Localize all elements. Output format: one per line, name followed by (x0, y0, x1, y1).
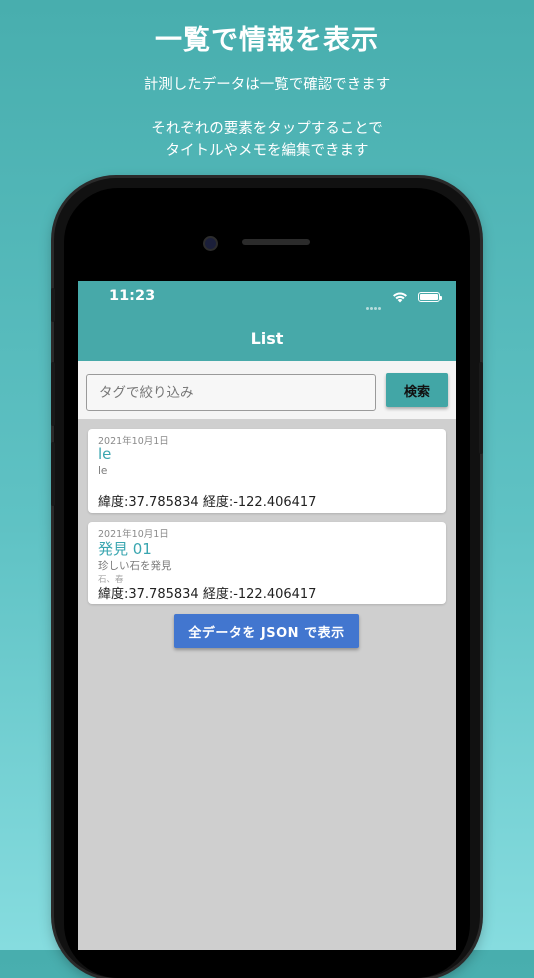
power-button (479, 362, 483, 454)
status-icons (350, 291, 442, 310)
wifi-icon (393, 292, 407, 303)
silent-switch (51, 288, 55, 322)
search-button[interactable]: 検索 (386, 373, 448, 407)
record-title[interactable]: le (98, 445, 111, 463)
volume-down-button (51, 442, 55, 506)
volume-up-button (51, 362, 55, 426)
promo-subtext: 計測したデータは一覧で確認できます (143, 77, 391, 93)
record-memo[interactable]: 珍しい石を発見 (98, 558, 172, 573)
record-memo[interactable]: le (98, 465, 107, 477)
app-header: 11:23 List (78, 281, 456, 361)
status-time: 11:23 (109, 288, 156, 304)
search-bar: 検索 (78, 361, 456, 419)
promo-subtext-2: それぞれの要素をタップすることで タイトルやメモを編集できます (0, 118, 534, 162)
show-json-button[interactable]: 全データを JSON で表示 (174, 614, 359, 648)
promo-subtext-2-line2: タイトルやメモを編集できます (165, 143, 369, 159)
battery-icon (418, 292, 442, 302)
promo-headline: 一覧で情報を表示 (155, 25, 379, 56)
app-screen: 11:23 List 検索 2021年10月1日 le le 緯度:37.785… (78, 281, 456, 950)
earpiece-speaker (242, 239, 310, 245)
record-title[interactable]: 発見 01 (98, 538, 152, 559)
list-item[interactable]: 2021年10月1日 le le 緯度:37.785834 経度:-122.40… (88, 429, 446, 513)
tag-filter-input[interactable] (86, 374, 376, 411)
record-coordinates: 緯度:37.785834 経度:-122.406417 (98, 495, 317, 510)
page-title: List (250, 329, 284, 348)
record-coordinates: 緯度:37.785834 経度:-122.406417 (98, 587, 317, 602)
signal-dots-icon (366, 295, 384, 310)
promo-subtext-2-line1: それぞれの要素をタップすることで (151, 121, 383, 137)
front-camera (203, 236, 218, 251)
list-item[interactable]: 2021年10月1日 発見 01 珍しい石を発見 石、春 緯度:37.78583… (88, 522, 446, 604)
